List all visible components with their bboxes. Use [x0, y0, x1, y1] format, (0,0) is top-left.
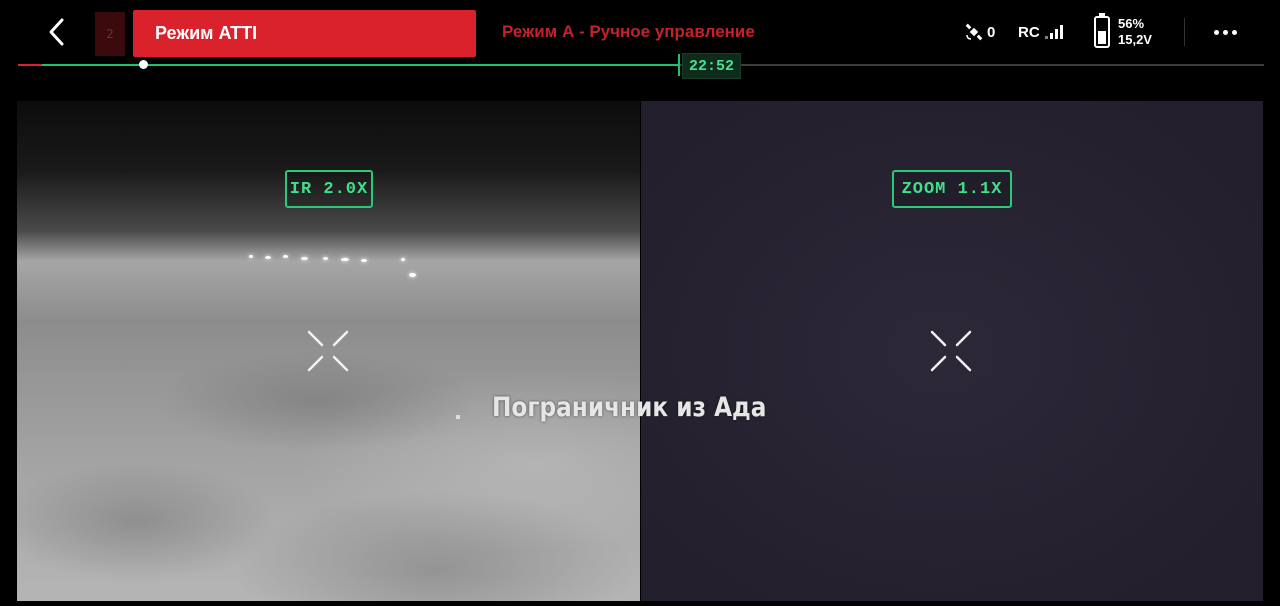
rc-signal-status: RC: [1018, 14, 1063, 50]
timeline-playhead[interactable]: [139, 60, 148, 69]
timeline-time: 22:52: [682, 53, 742, 79]
satellite-count: 0: [987, 23, 996, 41]
back-button[interactable]: [40, 14, 74, 50]
satellite-status: 0: [964, 14, 995, 50]
signal-bars-icon: [1044, 25, 1063, 39]
ir-zoom-badge: IR 2.0X: [285, 170, 373, 208]
timeline-marker: [678, 54, 680, 76]
flight-mode-badge[interactable]: Режим ATTI: [133, 10, 476, 57]
satellite-icon: [965, 23, 983, 41]
zoom-level-badge: ZOOM 1.1X: [892, 170, 1012, 208]
mode-subtitle: Режим А - Ручное управление: [502, 22, 755, 41]
timeline-start-segment: [18, 64, 42, 66]
battery-voltage: 15,2V: [1118, 32, 1152, 47]
battery-icon: [1094, 13, 1110, 48]
ir-camera-view[interactable]: IR 2.0X: [17, 101, 640, 601]
zoom-camera-view[interactable]: ZOOM 1.1X: [641, 101, 1263, 601]
flight-timeline[interactable]: [18, 54, 1264, 76]
more-dots-icon: [1213, 29, 1237, 35]
back-chevron-icon: [49, 18, 64, 46]
mode-index: 2: [95, 12, 125, 56]
watermark-dot: [456, 415, 460, 419]
top-bar: 2 Режим ATTI Режим А - Ручное управление…: [0, 0, 1280, 60]
battery-percent: 56%: [1118, 16, 1145, 31]
channel-watermark: Пограничник из Ада: [492, 392, 767, 423]
crosshair-icon: [929, 329, 973, 373]
header-divider: [1184, 18, 1185, 46]
crosshair-icon: [306, 329, 350, 373]
battery-status: 56% 15,2V: [1094, 13, 1152, 50]
more-menu-button[interactable]: [1208, 18, 1242, 46]
timeline-progress: [42, 64, 678, 66]
distant-lights: [249, 251, 429, 281]
flight-mode-label: Режим ATTI: [155, 23, 258, 43]
rc-label: RC: [1018, 23, 1040, 41]
